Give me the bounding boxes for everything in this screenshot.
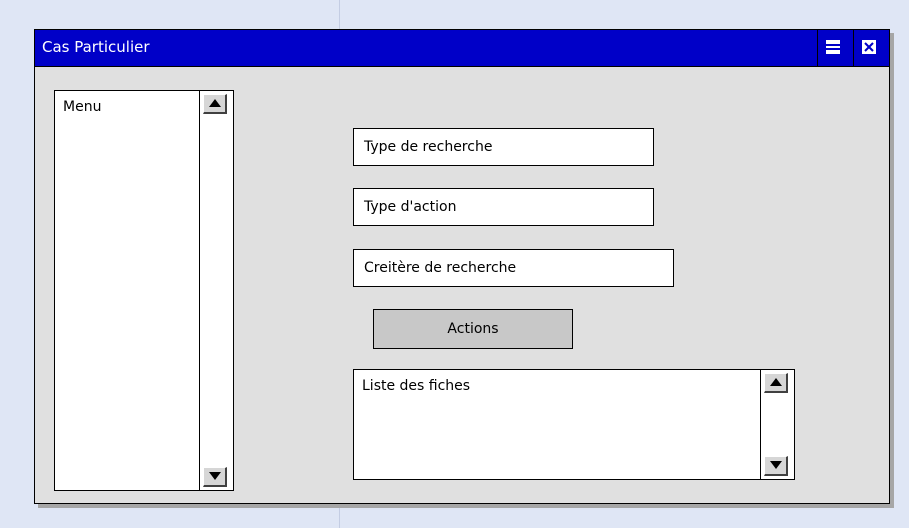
records-scroll-up-button[interactable] bbox=[764, 373, 788, 393]
arrow-down-icon bbox=[770, 461, 782, 469]
search-type-label: Type de recherche bbox=[364, 139, 493, 155]
close-button[interactable] bbox=[853, 30, 883, 66]
window-title: Cas Particulier bbox=[42, 38, 150, 56]
arrow-down-icon bbox=[209, 472, 221, 480]
menu-label: Menu bbox=[63, 99, 102, 115]
search-criteria-field[interactable]: Creitère de recherche bbox=[353, 249, 674, 287]
records-scroll-down-button[interactable] bbox=[764, 456, 788, 476]
search-criteria-label: Creitère de recherche bbox=[364, 260, 517, 276]
records-list[interactable]: Liste des fiches bbox=[353, 369, 795, 480]
actions-button[interactable]: Actions bbox=[373, 309, 573, 349]
menu-scrollbar[interactable] bbox=[199, 91, 233, 490]
title-bar[interactable]: Cas Particulier bbox=[35, 30, 889, 67]
records-scrollbar[interactable] bbox=[760, 370, 794, 479]
menu-scroll-down-button[interactable] bbox=[203, 467, 227, 487]
maximize-button[interactable] bbox=[817, 30, 847, 66]
menu-scroll-up-button[interactable] bbox=[203, 94, 227, 114]
arrow-up-icon bbox=[209, 99, 221, 107]
arrow-up-icon bbox=[770, 378, 782, 386]
action-type-field[interactable]: Type d'action bbox=[353, 188, 654, 226]
action-type-label: Type d'action bbox=[364, 199, 457, 215]
maximize-icon bbox=[826, 40, 840, 54]
records-list-label: Liste des fiches bbox=[362, 378, 471, 394]
search-type-field[interactable]: Type de recherche bbox=[353, 128, 654, 166]
menu-list[interactable]: Menu bbox=[54, 90, 234, 491]
app-window: Cas Particulier Menu Type de recherche T… bbox=[34, 29, 890, 504]
close-icon bbox=[862, 40, 876, 54]
